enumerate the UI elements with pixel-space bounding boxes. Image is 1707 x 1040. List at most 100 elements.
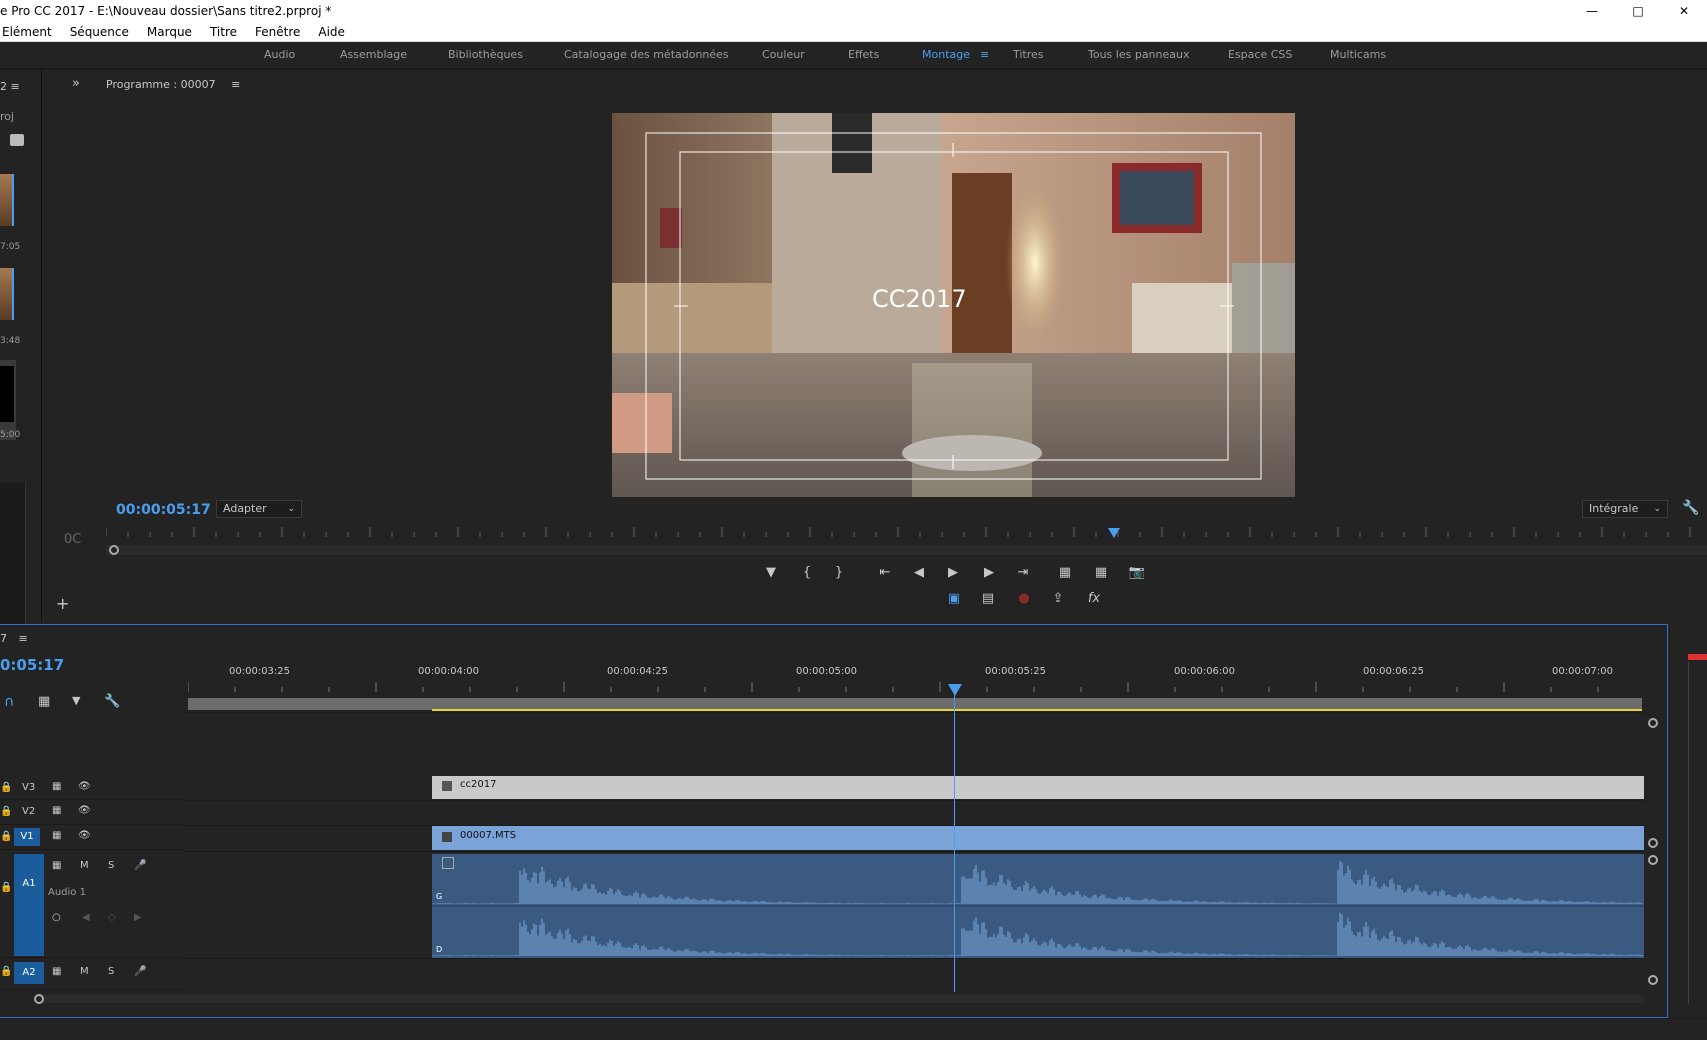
extract-icon[interactable]: ▦ — [1090, 563, 1112, 583]
zoom-scroll-bar[interactable] — [106, 545, 1707, 555]
menu-aide[interactable]: Aide — [309, 22, 354, 41]
track-target-v1[interactable]: V1 — [14, 828, 40, 846]
play-icon[interactable]: ▶ — [942, 563, 964, 583]
maximize-icon[interactable]: □ — [1615, 0, 1661, 22]
sequence-tab[interactable]: 7 ≡ — [0, 632, 28, 645]
eye-icon[interactable]: 👁 — [78, 781, 91, 792]
panel-menu-icon[interactable]: ≡ — [231, 78, 240, 91]
panel-menu-icon[interactable]: 2 ≡ — [0, 80, 20, 93]
record-icon[interactable]: ● — [1013, 589, 1035, 609]
go-to-out-icon[interactable]: ⇥ — [1012, 563, 1034, 583]
fx-icon[interactable]: fx — [1083, 589, 1105, 609]
lock-icon[interactable]: 🔒 — [0, 806, 12, 817]
track-target-a2[interactable]: A2 — [14, 962, 44, 984]
sync-lock-icon[interactable]: ▦ — [52, 860, 61, 871]
keyframe-toggle-icon[interactable]: ○ — [52, 912, 61, 923]
timeline-playhead-handle[interactable] — [948, 684, 962, 696]
clip-title-cc2017[interactable]: cc2017 — [432, 776, 1644, 799]
menu-marque[interactable]: Marque — [138, 22, 201, 41]
safe-margins-icon[interactable]: ▣ — [943, 589, 965, 609]
menu-titre[interactable]: Titre — [201, 22, 246, 41]
sync-lock-icon[interactable]: ▦ — [52, 805, 61, 816]
scroll-handle[interactable] — [34, 994, 44, 1004]
mark-in-icon[interactable]: { — [796, 563, 818, 583]
sync-lock-icon[interactable]: ▦ — [52, 830, 61, 841]
workspace-tab-effets[interactable]: Effets — [848, 42, 879, 68]
workspace-tab-multicams[interactable]: Multicams — [1330, 42, 1386, 68]
menu-sequence[interactable]: Séquence — [61, 22, 138, 41]
prev-keyframe-icon[interactable]: ◀ — [82, 912, 90, 923]
workspace-tab-espace-css[interactable]: Espace CSS — [1228, 42, 1292, 68]
microphone-icon[interactable]: 🎤 — [134, 860, 146, 871]
step-forward-icon[interactable]: ▶ — [978, 563, 1000, 583]
timeline-ruler[interactable]: 00:00:03:25 00:00:04:00 00:00:04:25 00:0… — [188, 660, 1638, 700]
expand-panel-icon[interactable]: » — [72, 76, 80, 91]
lock-icon[interactable]: 🔒 — [0, 966, 12, 977]
add-marker-icon[interactable]: ▼ — [760, 563, 782, 583]
minimize-icon[interactable]: — — [1569, 0, 1615, 22]
add-marker-icon[interactable]: ▼ — [72, 694, 80, 707]
workspace-tab-catalogage[interactable]: Catalogage des métadonnées — [564, 42, 729, 68]
comparison-view-icon[interactable]: ▤ — [977, 589, 999, 609]
sync-lock-icon[interactable]: ▦ — [52, 781, 61, 792]
mute-button[interactable]: M — [80, 966, 89, 977]
panel-menu-icon[interactable]: ≡ — [19, 632, 28, 645]
track-target-a1[interactable]: A1 — [14, 854, 44, 956]
vertical-zoom-handle[interactable] — [1648, 838, 1658, 848]
work-area-range[interactable] — [432, 709, 1642, 711]
mute-button[interactable]: M — [80, 860, 89, 871]
workspace-tab-bibliotheques[interactable]: Bibliothèques — [448, 42, 523, 68]
workspace-tab-couleur[interactable]: Couleur — [762, 42, 805, 68]
new-bin-icon[interactable] — [10, 134, 24, 146]
lift-icon[interactable]: ▦ — [1054, 563, 1076, 583]
export-frame-icon[interactable]: 📷 — [1126, 563, 1148, 583]
lock-icon[interactable]: 🔒 — [0, 782, 12, 793]
zoom-dropdown[interactable]: Adapter ⌄ — [216, 500, 302, 518]
track-label[interactable]: V2 — [22, 806, 35, 817]
eye-icon[interactable]: 👁 — [78, 830, 91, 841]
clip-thumbnail[interactable] — [0, 174, 14, 226]
clip-thumbnail[interactable] — [0, 360, 16, 440]
scroll-handle[interactable] — [109, 545, 119, 555]
program-timecode[interactable]: 00:00:05:17 — [116, 502, 211, 518]
microphone-icon[interactable]: 🎤 — [134, 966, 146, 977]
vertical-zoom-handle[interactable] — [1648, 975, 1658, 985]
program-video-frame[interactable]: CC2017 — [612, 113, 1295, 497]
settings-wrench-icon[interactable]: 🔧 — [1682, 500, 1699, 516]
solo-button[interactable]: S — [108, 860, 114, 871]
clip-thumbnail[interactable] — [0, 268, 14, 320]
workspace-tab-titres[interactable]: Titres — [1013, 42, 1044, 68]
export-icon[interactable]: ⇪ — [1047, 589, 1069, 609]
lock-icon[interactable]: 🔒 — [0, 882, 12, 893]
menu-fenetre[interactable]: Fenêtre — [246, 22, 309, 41]
go-to-in-icon[interactable]: ⇤ — [874, 563, 896, 583]
timeline-horizontal-scrollbar[interactable] — [40, 995, 1644, 1003]
quality-dropdown[interactable]: Intégrale ⌄ — [1582, 500, 1668, 518]
step-back-icon[interactable]: ◀ — [908, 563, 930, 583]
workspace-tab-assemblage[interactable]: Assemblage — [340, 42, 407, 68]
timeline-timecode[interactable]: 0:05:17 — [0, 656, 64, 674]
clip-video-00007[interactable]: 00007.MTS — [432, 826, 1644, 850]
solo-button[interactable]: S — [108, 966, 114, 977]
workspace-tab-montage[interactable]: Montage — [922, 42, 970, 68]
menu-element[interactable]: Elément — [0, 22, 61, 41]
snap-magnet-icon[interactable]: ∩ — [4, 694, 14, 710]
vertical-zoom-handle[interactable] — [1648, 855, 1658, 865]
timeline-settings-icon[interactable]: 🔧 — [104, 694, 120, 709]
next-keyframe-icon[interactable]: ▶ — [134, 912, 142, 923]
workspace-tab-tous-panneaux[interactable]: Tous les panneaux — [1088, 42, 1190, 68]
clip-audio-00007[interactable]: G D — [431, 854, 1644, 958]
playhead-marker[interactable] — [1108, 528, 1120, 538]
sync-lock-icon[interactable]: ▦ — [52, 966, 61, 977]
add-keyframe-icon[interactable]: ◇ — [108, 912, 116, 923]
vertical-zoom-handle[interactable] — [1648, 718, 1658, 728]
lock-icon[interactable]: 🔒 — [0, 831, 12, 842]
mark-out-icon[interactable]: } — [828, 563, 850, 583]
close-icon[interactable]: ✕ — [1661, 0, 1707, 22]
workspace-tab-audio[interactable]: Audio — [264, 42, 295, 68]
linked-selection-icon[interactable]: ▦ — [38, 694, 50, 709]
workspace-menu-icon[interactable]: ≡ — [980, 42, 989, 68]
add-icon[interactable]: + — [56, 594, 69, 613]
program-time-ruler[interactable] — [105, 527, 1707, 543]
eye-icon[interactable]: 👁 — [78, 805, 91, 816]
